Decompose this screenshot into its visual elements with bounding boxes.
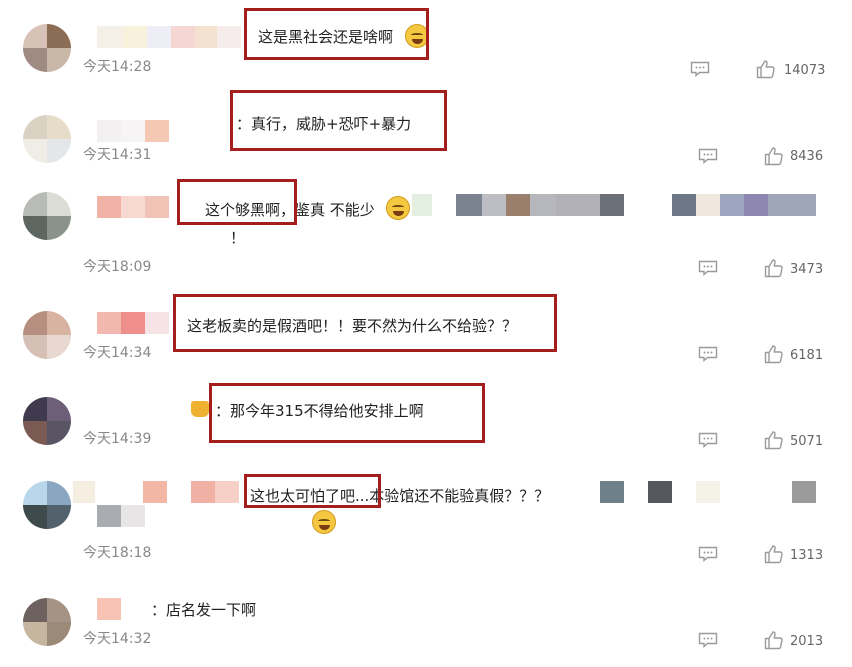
comment-bubble-icon[interactable]: [698, 632, 718, 648]
comment-bubble-icon[interactable]: [690, 61, 710, 77]
timestamp: 今天14:39: [83, 431, 152, 447]
avatar[interactable]: [23, 24, 71, 72]
thumbs-up-icon[interactable]: [764, 430, 784, 450]
timestamp: 今天14:31: [83, 147, 152, 163]
crown-badge-icon: [191, 401, 209, 417]
thumbs-up-icon[interactable]: [764, 344, 784, 364]
comment-text-extra: ！: [230, 229, 246, 247]
comment-bubble-icon[interactable]: [698, 546, 718, 562]
timestamp: 今天18:18: [83, 545, 152, 561]
avatar[interactable]: [23, 115, 71, 163]
avatar[interactable]: [23, 481, 71, 529]
thumbs-up-icon[interactable]: [764, 258, 784, 278]
clapping-emoji-icon: [312, 510, 336, 534]
comment-bubble-icon[interactable]: [698, 432, 718, 448]
like-count: 14073: [784, 63, 826, 78]
like-count: 2013: [790, 634, 824, 649]
comment-bubble-icon[interactable]: [698, 260, 718, 276]
redacted-mosaic: [412, 194, 816, 216]
avatar[interactable]: [23, 311, 71, 359]
avatar[interactable]: [23, 598, 71, 646]
thumbs-up-icon[interactable]: [764, 544, 784, 564]
username-mosaic: [73, 481, 249, 503]
timestamp: 今天14:32: [83, 631, 152, 647]
redacted-mosaic: [572, 481, 816, 503]
avatar[interactable]: [23, 397, 71, 445]
like-count: 1313: [790, 548, 824, 563]
thumbs-up-icon[interactable]: [756, 59, 776, 79]
thumbs-up-icon[interactable]: [764, 146, 784, 166]
username-mosaic: [97, 120, 169, 142]
avatar[interactable]: [23, 192, 71, 240]
comment-bubble-icon[interactable]: [698, 148, 718, 164]
highlight-box: [209, 383, 485, 443]
timestamp: 今天14:34: [83, 345, 152, 361]
like-count: 8436: [790, 149, 824, 164]
highlight-box: [244, 474, 381, 508]
highlight-box: [173, 294, 557, 352]
highlight-box: [230, 90, 447, 151]
comment-text: ：店名发一下啊: [151, 601, 257, 619]
highlight-box: [244, 8, 429, 60]
like-count: 5071: [790, 434, 824, 449]
like-count: 6181: [790, 348, 824, 363]
laughing-emoji-icon: [386, 196, 410, 220]
like-count: 3473: [790, 262, 824, 277]
username-mosaic: [97, 505, 247, 527]
username-mosaic: [97, 26, 245, 48]
username-mosaic: [97, 196, 177, 218]
timestamp: 今天14:28: [83, 59, 152, 75]
highlight-box: [177, 179, 297, 225]
username-mosaic: [97, 598, 121, 620]
timestamp: 今天18:09: [83, 259, 152, 275]
thumbs-up-icon[interactable]: [764, 630, 784, 650]
comment-bubble-icon[interactable]: [698, 346, 718, 362]
username-mosaic: [97, 312, 177, 334]
